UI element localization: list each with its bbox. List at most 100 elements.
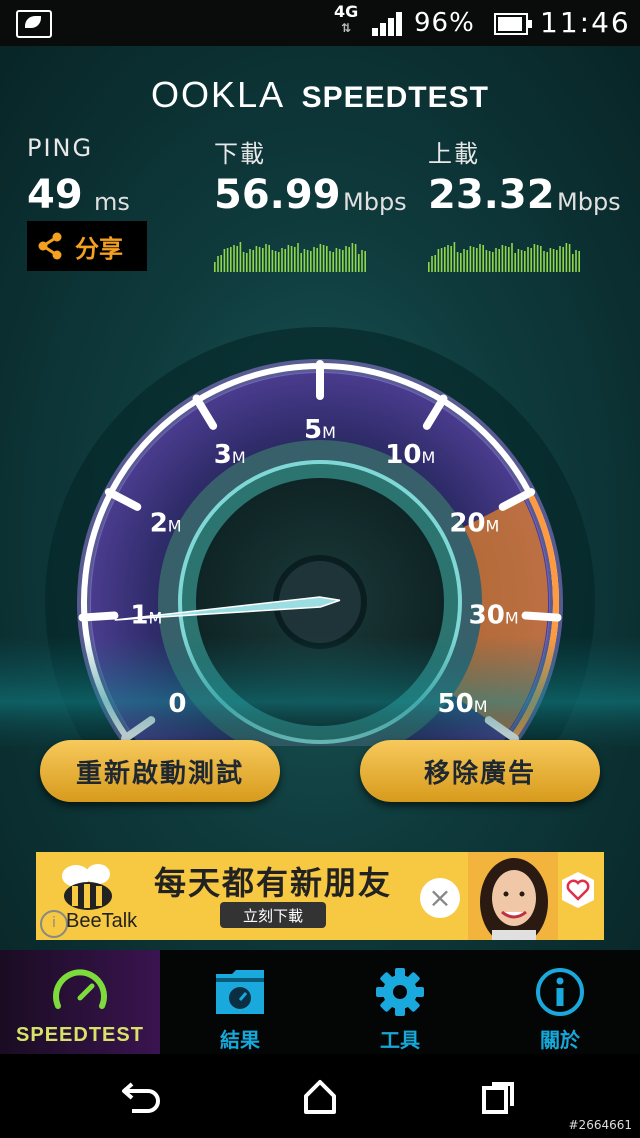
- battery-percent: 96%: [414, 8, 475, 38]
- spark-bar: [319, 244, 322, 272]
- spark-bar: [313, 247, 315, 272]
- speedometer-icon: [53, 969, 107, 1009]
- back-icon[interactable]: [112, 1074, 172, 1118]
- tab-results[interactable]: 結果: [160, 950, 320, 1054]
- spark-bar: [255, 246, 258, 272]
- tab-label: 工具: [380, 1028, 420, 1052]
- app-notification-icon: [16, 10, 52, 38]
- home-icon[interactable]: [290, 1074, 350, 1118]
- heart-icon[interactable]: [558, 870, 598, 910]
- spark-bar: [281, 248, 283, 272]
- spark-bar: [520, 250, 523, 272]
- restart-test-button[interactable]: 重新啟動測試: [40, 740, 280, 802]
- spark-bar: [578, 251, 580, 272]
- spark-bar: [540, 246, 542, 272]
- spark-bar: [472, 247, 475, 272]
- ping-value: 49: [27, 172, 83, 218]
- spark-bar: [504, 246, 507, 272]
- spark-bar: [278, 252, 280, 272]
- spark-bar: [335, 248, 338, 272]
- upload-unit: Mbps: [557, 188, 621, 216]
- results-folder-icon: [216, 970, 264, 1014]
- spark-bar: [214, 262, 216, 272]
- spark-bar: [572, 254, 574, 272]
- spark-bar: [514, 253, 516, 272]
- spark-bar: [450, 246, 452, 272]
- gauge-tick: [521, 611, 562, 622]
- spark-bar: [543, 251, 545, 272]
- tab-tools[interactable]: 工具: [320, 950, 480, 1054]
- spark-bar: [338, 249, 341, 272]
- spark-bar: [530, 248, 532, 272]
- spark-bar: [559, 246, 561, 272]
- ad-download-button[interactable]: 立刻下載: [220, 902, 326, 928]
- spark-bar: [284, 249, 286, 272]
- spark-bar: [492, 252, 494, 272]
- spark-bar: [274, 251, 277, 272]
- spark-bar: [230, 247, 232, 272]
- tab-label: 關於: [540, 1028, 580, 1052]
- spark-bar: [316, 248, 318, 272]
- gear-icon: [376, 968, 424, 1016]
- spark-bar: [268, 245, 270, 272]
- spark-bar: [460, 253, 462, 272]
- spark-bar: [552, 249, 555, 272]
- upload-label: 上載: [428, 140, 480, 168]
- spark-bar: [262, 248, 264, 272]
- info-icon: [536, 968, 584, 1016]
- spark-bar: [498, 249, 500, 272]
- network-indicator: 4G ⇅: [334, 4, 358, 36]
- app-logo: OOKLA SPEEDTEST: [0, 74, 640, 116]
- spark-bar: [329, 251, 331, 272]
- remove-ads-button[interactable]: 移除廣告: [360, 740, 600, 802]
- recent-apps-icon[interactable]: [468, 1074, 528, 1118]
- spark-bar: [217, 256, 219, 272]
- spark-bar: [354, 244, 357, 272]
- spark-bar: [297, 243, 299, 272]
- gauge-tick-label: 0: [168, 689, 186, 719]
- spark-bar: [303, 249, 306, 272]
- spark-bar: [444, 247, 446, 272]
- spark-bar: [495, 248, 497, 272]
- spark-bar: [246, 253, 248, 272]
- spark-bar: [271, 250, 274, 272]
- gauge-tick: [78, 611, 119, 622]
- brand-product: SPEEDTEST: [301, 81, 489, 114]
- spark-bar: [479, 244, 481, 272]
- tab-speedtest[interactable]: SPEEDTEST: [0, 950, 160, 1054]
- tab-label: SPEEDTEST: [16, 1024, 144, 1046]
- spark-bar: [527, 247, 529, 272]
- share-button[interactable]: 分享: [27, 221, 147, 271]
- spark-bar: [252, 250, 254, 272]
- spark-bar: [223, 249, 226, 272]
- spark-bar: [517, 249, 520, 272]
- spark-bar: [549, 248, 552, 272]
- spark-bar: [575, 250, 577, 272]
- share-label: 分享: [75, 234, 123, 263]
- speedtest-screen: OOKLA SPEEDTEST PING 49 ms 分享 下載 56.99 M…: [0, 46, 640, 950]
- spark-bar: [300, 253, 302, 272]
- spark-bar: [456, 252, 459, 272]
- spark-bar: [546, 252, 548, 272]
- spark-bar: [326, 246, 328, 272]
- ad-info-icon[interactable]: i: [40, 910, 68, 938]
- ad-banner[interactable]: i BeeTalk 每天都有新朋友 立刻下載 ×: [36, 852, 604, 940]
- spark-bar: [332, 252, 334, 272]
- spark-bar: [358, 254, 360, 272]
- spark-bar: [236, 246, 238, 272]
- spark-bar: [556, 250, 558, 272]
- spark-bar: [562, 247, 564, 272]
- system-nav-bar: #2664661: [0, 1054, 640, 1138]
- spark-bar: [565, 243, 568, 272]
- spark-bar: [345, 246, 347, 272]
- spark-bar: [239, 242, 242, 272]
- spark-bar: [361, 250, 363, 272]
- spark-bar: [294, 247, 296, 272]
- ad-close-icon[interactable]: ×: [420, 878, 460, 918]
- ping-label: PING: [27, 134, 94, 162]
- spark-bar: [322, 245, 325, 272]
- clock: 11:46: [540, 6, 631, 39]
- spark-bar: [508, 247, 510, 272]
- tab-about[interactable]: 關於: [480, 950, 640, 1054]
- spark-bar: [258, 247, 261, 272]
